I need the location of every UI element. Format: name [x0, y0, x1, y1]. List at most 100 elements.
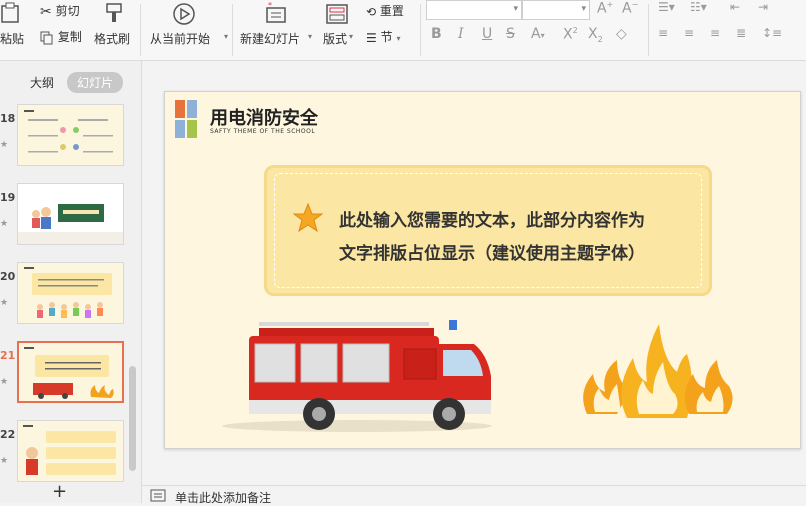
layout-icon — [326, 4, 348, 24]
from-current-button[interactable]: 从当前开始 ▾ — [150, 2, 230, 52]
cut-label: 剪切 — [55, 4, 80, 18]
brush-icon — [106, 3, 122, 22]
copy-icon — [40, 31, 53, 44]
align-left-icon[interactable]: ≡ — [658, 26, 668, 40]
align-right-icon[interactable]: ≡ — [710, 26, 720, 40]
clipboard-icon — [1, 2, 19, 23]
slide-number: 18 — [0, 112, 16, 125]
font-color-icon[interactable]: A▾ — [531, 26, 545, 42]
subscript-icon[interactable]: X2 — [588, 26, 603, 44]
star-icon: ★ — [0, 456, 9, 466]
chevron-down-icon: ▾ — [513, 4, 518, 14]
line-spacing-icon[interactable]: ↕≡ — [762, 26, 782, 40]
slide-canvas[interactable]: 用电消防安全 SAFTY THEME OF THE SCHOOL 此处输入您需要… — [164, 91, 801, 449]
card-body-line: 文字排版占位显示（建议使用主题字体） — [339, 244, 645, 264]
underline-icon[interactable]: U — [482, 26, 492, 42]
reset-icon: ⟲ — [366, 4, 377, 19]
chevron-down-icon: ▾ — [396, 34, 401, 43]
reset-label: 重置 — [379, 4, 404, 18]
decrease-font-icon[interactable]: A− — [622, 0, 638, 17]
card-body-line: 此处输入您需要的文本，此部分内容作为 — [339, 211, 645, 231]
layout-label: 版式 — [323, 32, 348, 46]
format-painter-label: 格式刷 — [94, 32, 131, 46]
layout-button[interactable]: 版式 ▾ — [321, 2, 355, 52]
font-size-select[interactable]: ▾ — [522, 0, 590, 20]
from-current-label: 从当前开始 — [150, 32, 211, 46]
slide-thumbnail[interactable] — [17, 262, 124, 324]
new-slide-label: 新建幻灯片 — [240, 32, 301, 46]
slide-thumbnail[interactable] — [17, 420, 124, 482]
align-center-icon[interactable]: ≡ — [684, 26, 694, 40]
increase-indent-icon[interactable]: ⇥ — [758, 0, 768, 14]
eraser-icon[interactable]: ◇ — [616, 26, 627, 42]
chevron-down-icon: ▾ — [224, 32, 229, 41]
new-slide-button[interactable]: * 新建幻灯片 ▾ — [240, 2, 314, 52]
star-icon — [293, 203, 323, 233]
slide-thumbnail[interactable] — [17, 183, 124, 245]
reset-button[interactable]: ⟲ 重置 — [366, 2, 404, 19]
chevron-down-icon: ▾ — [308, 32, 313, 41]
paste-button[interactable]: 粘贴 — [0, 2, 26, 52]
slide-number: 20 — [0, 270, 16, 283]
numbered-list-icon[interactable]: ☷▾ — [690, 0, 707, 14]
slide-number: 22 — [0, 428, 16, 441]
star-icon: ★ — [0, 219, 9, 229]
thumbnail-preview — [23, 425, 116, 475]
thumbnail-preview — [24, 110, 113, 153]
increase-font-icon[interactable]: A+ — [597, 0, 613, 17]
italic-icon[interactable]: I — [458, 26, 464, 42]
new-slide-icon: * — [266, 2, 286, 23]
slide-subtitle[interactable]: SAFTY THEME OF THE SCHOOL — [210, 128, 315, 135]
slide-panel: 大纲 幻灯片 18 ★ 19 ★ 20 ★ 21 ★ 22 ★ + — [0, 61, 142, 503]
copy-label: 复制 — [57, 30, 82, 44]
tab-slides[interactable]: 幻灯片 — [67, 72, 124, 93]
play-icon — [173, 3, 195, 25]
divider — [140, 4, 141, 56]
star-icon: ★ — [0, 140, 9, 150]
section-label: 节 — [380, 30, 393, 44]
strikethrough-icon[interactable]: S — [506, 26, 515, 42]
copy-button[interactable]: 复制 — [40, 28, 82, 45]
superscript-icon[interactable]: X2 — [563, 26, 578, 43]
slide-title[interactable]: 用电消防安全 — [210, 104, 318, 130]
divider — [232, 4, 233, 56]
slide-thumbnail-row[interactable]: 18 ★ — [0, 104, 132, 174]
thumbnail-preview — [24, 267, 112, 318]
justify-icon[interactable]: ≣ — [736, 26, 746, 40]
title-logo-icon — [175, 100, 197, 138]
tab-outline[interactable]: 大纲 — [20, 72, 64, 93]
star-icon: ★ — [0, 298, 9, 308]
bullet-list-icon[interactable]: ☰▾ — [658, 0, 675, 14]
notes-pane[interactable]: 单击此处添加备注 — [142, 485, 806, 506]
scrollbar[interactable] — [129, 366, 136, 471]
slide-thumbnail-row[interactable]: 21 ★ — [0, 341, 132, 411]
slide-thumbnail-row[interactable]: 20 ★ — [0, 262, 132, 332]
slide-number: 19 — [0, 191, 16, 204]
ribbon-toolbar: 粘贴 ✂ 剪切 复制 格式刷 从当前开始 ▾ * 新建幻灯片 ▾ 版式 ▾ ⟲ … — [0, 0, 806, 61]
fire-truck-illustration[interactable] — [219, 314, 499, 434]
format-painter-button[interactable]: 格式刷 — [94, 2, 132, 52]
chevron-down-icon: ▾ — [349, 32, 354, 41]
slide-thumbnail[interactable] — [17, 104, 124, 166]
chevron-down-icon: ▾ — [581, 4, 586, 14]
cut-button[interactable]: ✂ 剪切 — [40, 2, 80, 20]
notes-placeholder[interactable]: 单击此处添加备注 — [175, 489, 271, 506]
bold-icon[interactable]: B — [431, 26, 442, 42]
decrease-indent-icon[interactable]: ⇤ — [730, 0, 740, 14]
scissors-icon: ✂ — [40, 3, 52, 20]
slide-number: 21 — [0, 349, 16, 362]
add-slide-button[interactable]: + — [52, 481, 67, 502]
divider — [648, 4, 649, 56]
section-button[interactable]: ☰ 节 ▾ — [366, 28, 400, 45]
slide-thumbnail-selected[interactable] — [17, 341, 124, 403]
font-family-select[interactable]: ▾ — [426, 0, 522, 20]
svg-text:*: * — [268, 2, 272, 10]
thumbnail-preview — [24, 347, 114, 399]
thumbnail-preview — [18, 204, 123, 244]
flame-illustration — [583, 324, 733, 418]
notes-icon — [150, 489, 166, 502]
slide-thumbnail-row[interactable]: 19 ★ — [0, 183, 132, 253]
card-body-text[interactable]: 此处输入您需要的文本，此部分内容作为 文字排版占位显示（建议使用主题字体） — [339, 205, 699, 271]
slide-thumbnail-row[interactable]: 22 ★ — [0, 420, 132, 490]
text-card[interactable]: 此处输入您需要的文本，此部分内容作为 文字排版占位显示（建议使用主题字体） — [264, 165, 712, 296]
